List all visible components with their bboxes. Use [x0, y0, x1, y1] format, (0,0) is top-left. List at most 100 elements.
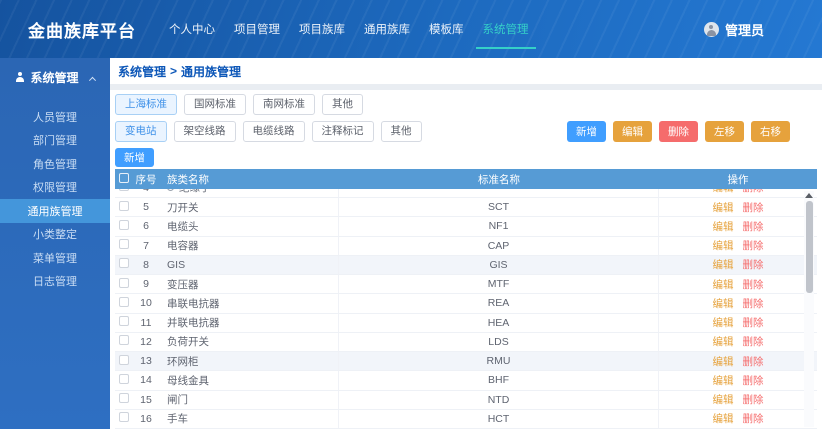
- breadcrumb-parent[interactable]: 系统管理: [118, 63, 166, 80]
- row-checkbox-cell: [115, 373, 131, 387]
- row-checkbox[interactable]: [119, 373, 129, 384]
- scroll-up-arrow-icon[interactable]: [805, 193, 813, 198]
- move-left-action-button[interactable]: 左移: [705, 121, 744, 142]
- row-checkbox[interactable]: [119, 393, 129, 404]
- delete-link[interactable]: 删除: [743, 202, 764, 214]
- table-row-inner: 13 环网柜 RMU 编辑 删除: [115, 352, 817, 372]
- delete-link[interactable]: 删除: [743, 413, 764, 425]
- sidebar-item-role-management[interactable]: 角色管理: [0, 152, 110, 176]
- standard-tab-1[interactable]: 国网标准: [184, 94, 246, 115]
- row-standard-name: HCT: [339, 409, 659, 428]
- main-content: 系统管理 > 通用族管理 上海标准 国网标准 南网标准 其他 变电站 架空线路 电缆线路注…: [110, 58, 822, 429]
- content-card: 上海标准 国网标准 南网标准 其他 变电站 架空线路 电缆线路 注释标记 其他 新增 编辑 删除左…: [110, 90, 822, 429]
- row-checkbox[interactable]: [119, 354, 129, 365]
- edit-link[interactable]: 编辑: [713, 413, 734, 425]
- sidebar-item-log-management[interactable]: 日志管理: [0, 270, 110, 294]
- sidebar-header[interactable]: 系统管理: [0, 58, 110, 96]
- sidebar: 系统管理 人员管理 部门管理 角色管理 权限管理 通用族管理 小类整定 菜单管理 日志管理: [0, 58, 110, 429]
- sidebar-item-permission-management[interactable]: 权限管理: [0, 176, 110, 200]
- delete-link[interactable]: 删除: [743, 221, 764, 233]
- delete-link[interactable]: 删除: [743, 298, 764, 310]
- standard-tab-0[interactable]: 上海标准: [115, 94, 177, 115]
- table-row-inner: 9 变压器 MTF 编辑 删除: [115, 275, 817, 295]
- edit-link[interactable]: 编辑: [713, 240, 734, 252]
- row-operations: 编辑删除: [659, 219, 817, 234]
- row-standard-name: HEA: [339, 313, 659, 332]
- edit-action-button[interactable]: 编辑: [613, 121, 652, 142]
- delete-link[interactable]: 删除: [743, 394, 764, 406]
- standard-filter-row: 上海标准 国网标准 南网标准 其他: [115, 94, 817, 115]
- row-standard-name: CAP: [339, 236, 659, 255]
- edit-link[interactable]: 编辑: [713, 279, 734, 291]
- delete-link[interactable]: 删除: [743, 356, 764, 368]
- row-checkbox-cell: [115, 393, 131, 406]
- row-checkbox[interactable]: [119, 200, 129, 211]
- sidebar-item-personnel-management[interactable]: 人员管理: [0, 105, 110, 129]
- row-checkbox[interactable]: [119, 189, 129, 192]
- delete-action-button[interactable]: 删除: [659, 121, 698, 142]
- edit-link[interactable]: 编辑: [713, 298, 734, 310]
- standard-tab-3[interactable]: 其他: [322, 94, 363, 115]
- row-checkbox[interactable]: [119, 258, 129, 269]
- delete-link[interactable]: 删除: [743, 375, 764, 387]
- add-button[interactable]: 新增: [115, 148, 154, 167]
- edit-link[interactable]: 编辑: [713, 221, 734, 233]
- category-tab-4[interactable]: 其他: [380, 121, 422, 142]
- category-tab-0[interactable]: 变电站: [115, 121, 167, 142]
- row-checkbox[interactable]: [119, 277, 129, 288]
- edit-link[interactable]: 编辑: [713, 317, 734, 329]
- nav-item-project-management[interactable]: 项目管理: [231, 16, 283, 42]
- nav-item-project-library[interactable]: 项目族库: [296, 16, 348, 42]
- row-family-name: 刀开关: [161, 198, 339, 217]
- column-operation: 操作: [727, 173, 749, 186]
- nav-item-system-management[interactable]: 系统管理: [475, 16, 536, 49]
- table-scrollbar[interactable]: [804, 191, 814, 427]
- delete-link[interactable]: 删除: [743, 189, 764, 194]
- delete-link[interactable]: 删除: [743, 279, 764, 291]
- edit-link[interactable]: 编辑: [713, 375, 734, 387]
- category-tab-1[interactable]: 架空线路: [173, 121, 236, 142]
- edit-link[interactable]: 编辑: [713, 336, 734, 348]
- table-row-inner: 16 手车 HCT 编辑 删除: [115, 409, 817, 429]
- edit-link[interactable]: 编辑: [713, 202, 734, 214]
- sidebar-item-department-management[interactable]: 部门管理: [0, 129, 110, 153]
- row-checkbox[interactable]: [119, 296, 129, 307]
- category-tab-2[interactable]: 电缆线路: [242, 121, 305, 142]
- row-checkbox[interactable]: [119, 412, 129, 423]
- sidebar-item-common-family-management[interactable]: 通用族管理: [0, 199, 110, 223]
- nav-item-common-library[interactable]: 通用族库: [361, 16, 413, 42]
- scrollbar-thumb[interactable]: [805, 201, 813, 293]
- edit-link[interactable]: 编辑: [713, 356, 734, 368]
- delete-link[interactable]: 删除: [743, 317, 764, 329]
- row-family-name: 变压器: [161, 275, 339, 294]
- row-checkbox[interactable]: [119, 219, 129, 230]
- edit-link[interactable]: 编辑: [713, 259, 734, 271]
- row-checkbox[interactable]: [119, 239, 129, 250]
- nav-item-template-library[interactable]: 模板库: [426, 16, 467, 42]
- user-menu[interactable]: 管理员: [703, 20, 764, 39]
- move-right-action-button[interactable]: 右移: [751, 121, 790, 142]
- edit-link[interactable]: 编辑: [713, 394, 734, 406]
- row-checkbox[interactable]: [119, 316, 129, 327]
- row-serial: 6: [143, 220, 149, 233]
- row-serial: 13: [140, 355, 152, 368]
- category-tab-3[interactable]: 注释标记: [311, 121, 374, 142]
- add-action-button[interactable]: 新增: [567, 121, 606, 142]
- row-operations: 编辑删除: [659, 411, 817, 426]
- sidebar-item-category-setting[interactable]: 小类整定: [0, 223, 110, 247]
- delete-link[interactable]: 删除: [743, 259, 764, 271]
- select-all-checkbox[interactable]: [119, 172, 129, 183]
- row-operations: 编辑删除: [659, 373, 817, 388]
- delete-link[interactable]: 删除: [743, 336, 764, 348]
- table-row-inner: 6 电缆头 NF1 编辑 删除: [115, 217, 817, 237]
- radio-marker-icon[interactable]: [167, 189, 174, 192]
- standard-tab-2[interactable]: 南网标准: [253, 94, 315, 115]
- edit-link[interactable]: 编辑: [713, 189, 734, 194]
- table-row: 5 刀开关 SCT 编辑 删除: [115, 198, 817, 218]
- delete-link[interactable]: 删除: [743, 240, 764, 252]
- row-serial: 12: [140, 335, 152, 348]
- sidebar-item-menu-management[interactable]: 菜单管理: [0, 246, 110, 270]
- table-row: 15 闸门 NTD 编辑 删除: [115, 390, 817, 410]
- row-checkbox[interactable]: [119, 335, 129, 346]
- nav-item-personal-center[interactable]: 个人中心: [166, 16, 218, 42]
